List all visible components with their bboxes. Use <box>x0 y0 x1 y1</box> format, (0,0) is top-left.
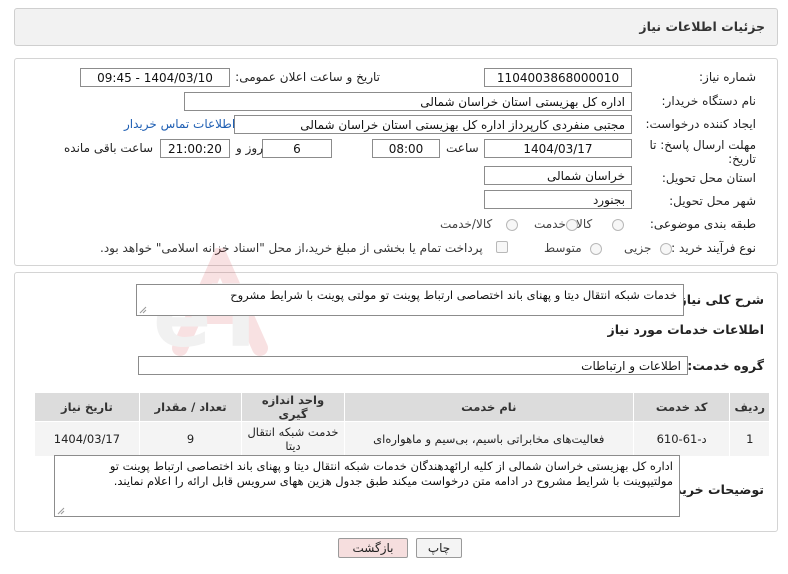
services-table: ردیف کد خدمت نام خدمت واحد اندازه گیری ت… <box>34 392 770 457</box>
buyer-notes-text: اداره کل بهزیستی خراسان شمالی از کلیه ار… <box>109 459 673 488</box>
service-group-label: گروه خدمت: <box>687 358 764 373</box>
watermark-text: AriaTender.neT <box>150 267 270 367</box>
requester-field[interactable]: مجتبی منفردی کارپرداز اداره کل بهزیستی ا… <box>234 115 632 134</box>
need-details-panel <box>14 58 778 266</box>
category-radio-goods-service[interactable] <box>506 219 518 231</box>
remaining-time-label: ساعت باقی مانده <box>64 141 154 155</box>
category-radio-goods[interactable] <box>612 219 624 231</box>
page-header: جزئیات اطلاعات نیاز <box>14 8 778 46</box>
col-service-name: نام خدمت <box>343 392 634 422</box>
col-row-number: ردیف <box>729 392 770 422</box>
resize-grip-icon[interactable] <box>57 507 65 515</box>
buyer-notes-textarea[interactable]: اداره کل بهزیستی خراسان شمالی از کلیه ار… <box>54 455 680 517</box>
city-label: شهر محل تحویل: <box>669 194 756 208</box>
need-number-field[interactable]: 1104003868000010 <box>484 68 632 87</box>
province-field[interactable]: خراسان شمالی <box>484 166 632 185</box>
back-button[interactable]: بازگشت <box>338 538 408 558</box>
remaining-time-field[interactable]: 21:00:20 <box>160 139 230 158</box>
announce-datetime-label: تاریخ و ساعت اعلان عمومی: <box>235 70 380 84</box>
cell-quantity: 9 <box>138 421 243 457</box>
category-option-service: خدمت <box>534 217 566 231</box>
print-button[interactable]: چاپ <box>416 538 462 558</box>
deadline-time-field[interactable]: 08:00 <box>372 139 440 158</box>
col-service-code: کد خدمت <box>632 392 731 422</box>
requester-label: ایجاد کننده درخواست: <box>645 117 756 131</box>
announce-datetime-field[interactable]: 1404/03/10 - 09:45 <box>80 68 230 87</box>
services-info-title: اطلاعات خدمات مورد نیاز <box>607 322 765 337</box>
province-label: استان محل تحویل: <box>661 171 756 185</box>
col-unit: واحد اندازه گیری <box>241 392 345 422</box>
cell-service-name: فعالیت‌های مخابراتی باسیم، بی‌سیم و ماهو… <box>343 421 634 457</box>
category-option-goods-service: کالا/خدمت <box>440 217 493 231</box>
buyer-org-label: نام دستگاه خریدار: <box>661 94 757 108</box>
col-quantity: تعداد / مقدار <box>138 392 243 422</box>
deadline-label: مهلت ارسال پاسخ: تا <box>649 138 756 152</box>
deadline-time-label: ساعت <box>446 141 479 155</box>
category-radio-service[interactable] <box>566 219 578 231</box>
category-label: طبقه بندی موضوعی: <box>649 217 756 231</box>
resize-grip-icon[interactable] <box>139 306 147 314</box>
cell-need-date: 1404/03/17 <box>34 421 140 457</box>
table-header-row: ردیف کد خدمت نام خدمت واحد اندازه گیری ت… <box>34 392 770 422</box>
cell-unit: خدمت شبکه انتقال دیتا <box>241 421 345 457</box>
col-need-date: تاریخ نیاز <box>34 392 140 422</box>
page-title: جزئیات اطلاعات نیاز <box>639 19 765 34</box>
deadline-days-field[interactable]: 6 <box>262 139 332 158</box>
summary-text: خدمات شبکه انتقال دیتا و پهنای باند اختص… <box>230 288 677 302</box>
service-group-field[interactable]: اطلاعات و ارتباطات <box>138 356 688 375</box>
deadline-date-field[interactable]: 1404/03/17 <box>484 139 632 158</box>
category-option-goods: کالا <box>576 217 593 231</box>
deadline-days-label: روز و <box>236 141 263 155</box>
city-field[interactable]: بجنورد <box>484 190 632 209</box>
cell-service-code: د-61-610 <box>632 421 731 457</box>
summary-textarea[interactable]: خدمات شبکه انتقال دیتا و پهنای باند اختص… <box>136 284 684 316</box>
buyer-org-field[interactable]: اداره کل بهزیستی استان خراسان شمالی <box>184 92 632 111</box>
deadline-label-date: تاریخ: <box>728 152 756 166</box>
cell-row-number: 1 <box>729 421 770 457</box>
buyer-contact-link[interactable]: اطلاعات تماس خریدار <box>124 117 235 131</box>
summary-label: شرح کلی نیاز: <box>674 292 764 307</box>
table-row[interactable]: 1 د-61-610 فعالیت‌های مخابراتی باسیم، بی… <box>34 421 770 457</box>
need-number-label: شماره نیاز: <box>699 70 756 84</box>
